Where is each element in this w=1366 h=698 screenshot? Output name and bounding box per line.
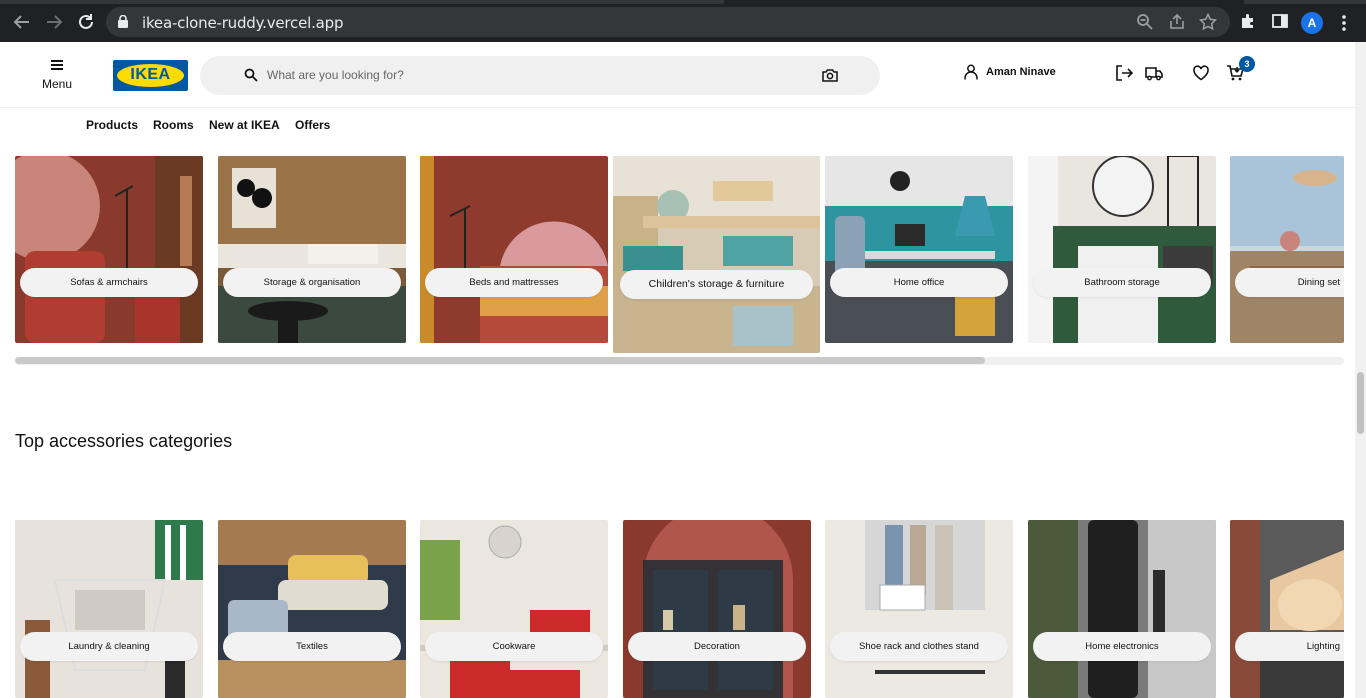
lighting-image: [1230, 520, 1344, 698]
accessory-card-textiles[interactable]: Textiles: [218, 520, 406, 698]
accessory-label: Textiles: [223, 632, 401, 661]
accessory-label: Cookware: [425, 632, 603, 661]
category-card-childrens[interactable]: Children's storage & furniture: [613, 156, 820, 353]
textiles-image: [218, 520, 406, 698]
category-label: Bathroom storage: [1033, 268, 1211, 297]
ikea-logo[interactable]: IKEA: [113, 60, 188, 91]
lock-icon[interactable]: [118, 14, 128, 28]
reload-icon[interactable]: [75, 11, 97, 33]
laundry-image: [15, 520, 203, 698]
menu-button[interactable]: Menu: [38, 60, 76, 92]
category-card-home-office[interactable]: Home office: [825, 156, 1013, 343]
carousel-scrollbar-thumb[interactable]: [15, 357, 985, 364]
category-label: Sofas & armchairs: [20, 268, 198, 297]
beds-image: [420, 156, 608, 343]
childrens-image: [613, 156, 820, 353]
nav-item-rooms[interactable]: Rooms: [153, 118, 194, 132]
category-card-dining[interactable]: Dining set: [1230, 156, 1344, 343]
wishlist-heart-icon[interactable]: [1192, 64, 1210, 82]
url-text: ikea-clone-ruddy.vercel.app: [142, 14, 344, 32]
accessory-card-decoration[interactable]: Decoration: [623, 520, 811, 698]
search-icon[interactable]: [244, 68, 258, 82]
hamburger-icon: [51, 60, 63, 70]
dining-image: [1230, 156, 1344, 343]
forward-icon[interactable]: [43, 11, 65, 33]
search-input[interactable]: What are you looking for?: [267, 68, 404, 82]
cookware-image: [420, 520, 608, 698]
home-office-image: [825, 156, 1013, 343]
page-scrollbar[interactable]: [1355, 42, 1366, 698]
carousel-scrollbar[interactable]: [15, 357, 1344, 365]
user-name: Aman Ninave: [986, 66, 1056, 78]
site-header: Menu IKEA What are you looking for? Aman…: [0, 42, 1355, 108]
bookmark-star-icon[interactable]: [1198, 12, 1218, 32]
address-bar[interactable]: ikea-clone-ruddy.vercel.app: [106, 7, 1230, 37]
more-menu-icon[interactable]: [1338, 12, 1350, 34]
cart-count-badge: 3: [1239, 56, 1255, 72]
side-panel-icon[interactable]: [1271, 12, 1289, 30]
nav-item-products[interactable]: Products: [86, 118, 138, 132]
accessory-label: Shoe rack and clothes stand: [830, 632, 1008, 661]
category-card-sofas[interactable]: Sofas & armchairs: [15, 156, 203, 343]
category-card-beds[interactable]: Beds and mattresses: [420, 156, 608, 343]
camera-search-icon[interactable]: [822, 68, 838, 82]
accessory-card-lighting[interactable]: Lighting: [1230, 520, 1344, 698]
bathroom-image: [1028, 156, 1216, 343]
accessory-label: Laundry & cleaning: [20, 632, 198, 661]
tab-strip: [0, 0, 1366, 4]
category-card-bathroom[interactable]: Bathroom storage: [1028, 156, 1216, 343]
zoom-icon[interactable]: [1135, 12, 1155, 32]
nav-item-new-at-ikea[interactable]: New at IKEA: [209, 118, 280, 132]
sofas-image: [15, 156, 203, 343]
back-icon[interactable]: [11, 11, 33, 33]
accessory-card-cookware[interactable]: Cookware: [420, 520, 608, 698]
logout-icon[interactable]: [1115, 64, 1134, 82]
accessory-label: Home electronics: [1033, 632, 1211, 661]
category-label: Beds and mattresses: [425, 268, 603, 297]
page-scrollbar-thumb[interactable]: [1357, 372, 1364, 434]
search-bar[interactable]: What are you looking for?: [200, 56, 880, 95]
decoration-image: [623, 520, 811, 698]
category-label: Children's storage & furniture: [620, 270, 813, 299]
logo-wordmark: IKEA: [130, 66, 171, 83]
delivery-truck-icon[interactable]: [1145, 64, 1163, 82]
accessory-label: Lighting: [1235, 632, 1344, 661]
accessory-label: Decoration: [628, 632, 806, 661]
category-card-storage[interactable]: Storage & organisation: [218, 156, 406, 343]
accessory-card-shoe-rack[interactable]: Shoe rack and clothes stand: [825, 520, 1013, 698]
storage-image: [218, 156, 406, 343]
profile-avatar[interactable]: A: [1301, 12, 1323, 34]
extensions-icon[interactable]: [1239, 12, 1257, 30]
share-icon[interactable]: [1167, 12, 1187, 32]
browser-toolbar: ikea-clone-ruddy.vercel.app A: [0, 0, 1366, 42]
home-electronics-image: [1028, 520, 1216, 698]
category-label: Home office: [830, 268, 1008, 297]
category-label: Storage & organisation: [223, 268, 401, 297]
accessory-card-laundry[interactable]: Laundry & cleaning: [15, 520, 203, 698]
nav-item-offers[interactable]: Offers: [295, 118, 330, 132]
category-label: Dining set: [1235, 268, 1344, 297]
section-title: Top accessories categories: [15, 431, 233, 451]
user-icon: [964, 64, 978, 80]
accessory-card-home-electronics[interactable]: Home electronics: [1028, 520, 1216, 698]
menu-label: Menu: [41, 77, 73, 91]
shoe-rack-image: [825, 520, 1013, 698]
active-tab-edge: [724, 0, 1244, 4]
